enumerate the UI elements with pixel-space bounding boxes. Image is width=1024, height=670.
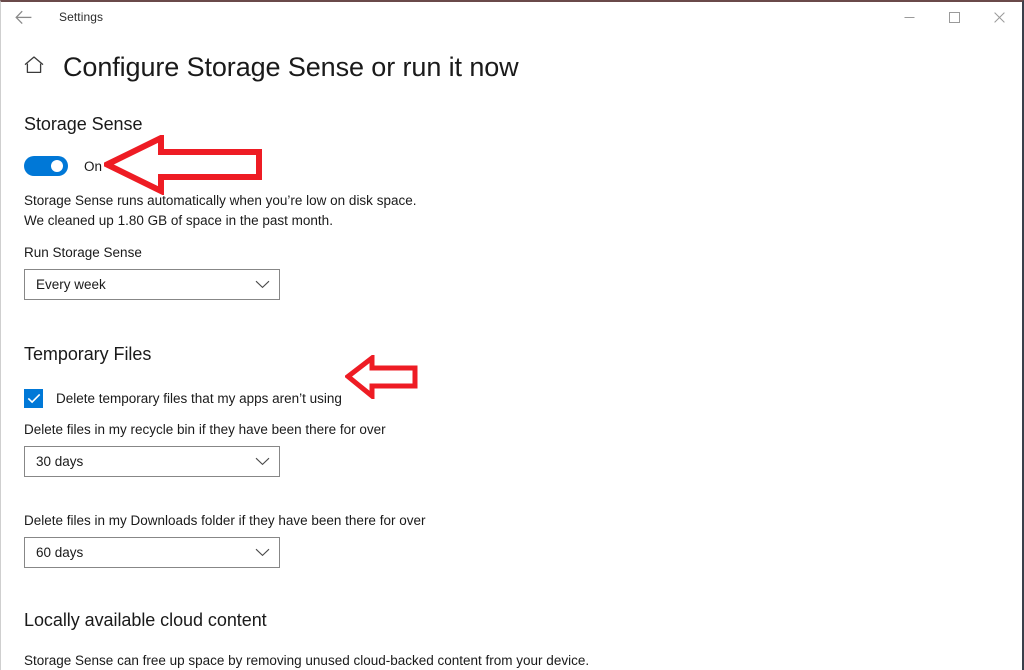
delete-temp-files-label: Delete temporary files that my apps aren… <box>56 391 342 406</box>
run-storage-sense-label: Run Storage Sense <box>24 245 142 260</box>
back-arrow-icon <box>14 10 32 25</box>
settings-window: Settings Configure Storage Sense or run … <box>0 0 1024 670</box>
cloud-content-heading: Locally available cloud content <box>24 610 267 630</box>
page-title: Configure Storage Sense or run it now <box>63 52 519 82</box>
chevron-down-icon <box>255 276 270 294</box>
home-button[interactable] <box>22 56 46 80</box>
run-storage-sense-value: Every week <box>36 277 106 292</box>
app-title: Settings <box>59 10 104 24</box>
storage-sense-description-line2: We cleaned up 1.80 GB of space in the pa… <box>24 213 333 228</box>
recycle-bin-label: Delete files in my recycle bin if they h… <box>24 422 386 437</box>
storage-sense-section: Storage Sense On Storage Sense runs auto… <box>24 114 1022 300</box>
checkmark-icon <box>27 393 41 404</box>
delete-temp-files-checkbox[interactable] <box>24 389 43 408</box>
downloads-folder-value: 60 days <box>36 545 84 560</box>
chevron-down-icon <box>255 453 270 471</box>
storage-sense-heading: Storage Sense <box>24 114 143 134</box>
maximize-button[interactable] <box>932 2 977 32</box>
recycle-bin-value: 30 days <box>36 454 84 469</box>
downloads-folder-label: Delete files in my Downloads folder if t… <box>24 513 426 528</box>
storage-sense-toggle-state: On <box>84 158 103 174</box>
back-button[interactable] <box>1 2 45 32</box>
storage-sense-toggle[interactable] <box>24 156 68 176</box>
temporary-files-section: Temporary Files Delete temporary files t… <box>24 344 1022 568</box>
close-icon <box>994 11 1005 23</box>
delete-temp-files-row: Delete temporary files that my apps aren… <box>24 389 1022 408</box>
settings-content: Storage Sense On Storage Sense runs auto… <box>1 114 1022 670</box>
chevron-down-icon <box>255 544 270 562</box>
cloud-content-line1: Storage Sense can free up space by remov… <box>24 653 590 668</box>
maximize-icon <box>949 11 960 23</box>
temporary-files-heading: Temporary Files <box>24 344 152 364</box>
window-caption-buttons <box>887 2 1022 32</box>
toggle-knob <box>51 160 63 172</box>
close-button[interactable] <box>977 2 1022 32</box>
title-bar: Settings <box>1 2 1022 32</box>
downloads-folder-dropdown[interactable]: 60 days <box>24 537 280 568</box>
minimize-icon <box>904 12 915 23</box>
storage-sense-toggle-row: On <box>24 156 1022 176</box>
minimize-button[interactable] <box>887 2 932 32</box>
storage-sense-description-line1: Storage Sense runs automatically when yo… <box>24 193 417 208</box>
home-icon <box>23 55 45 80</box>
cloud-content-section: Locally available cloud content Storage … <box>24 610 1022 670</box>
run-storage-sense-dropdown[interactable]: Every week <box>24 269 280 300</box>
recycle-bin-dropdown[interactable]: 30 days <box>24 446 280 477</box>
page-header: Configure Storage Sense or run it now <box>1 54 1022 81</box>
